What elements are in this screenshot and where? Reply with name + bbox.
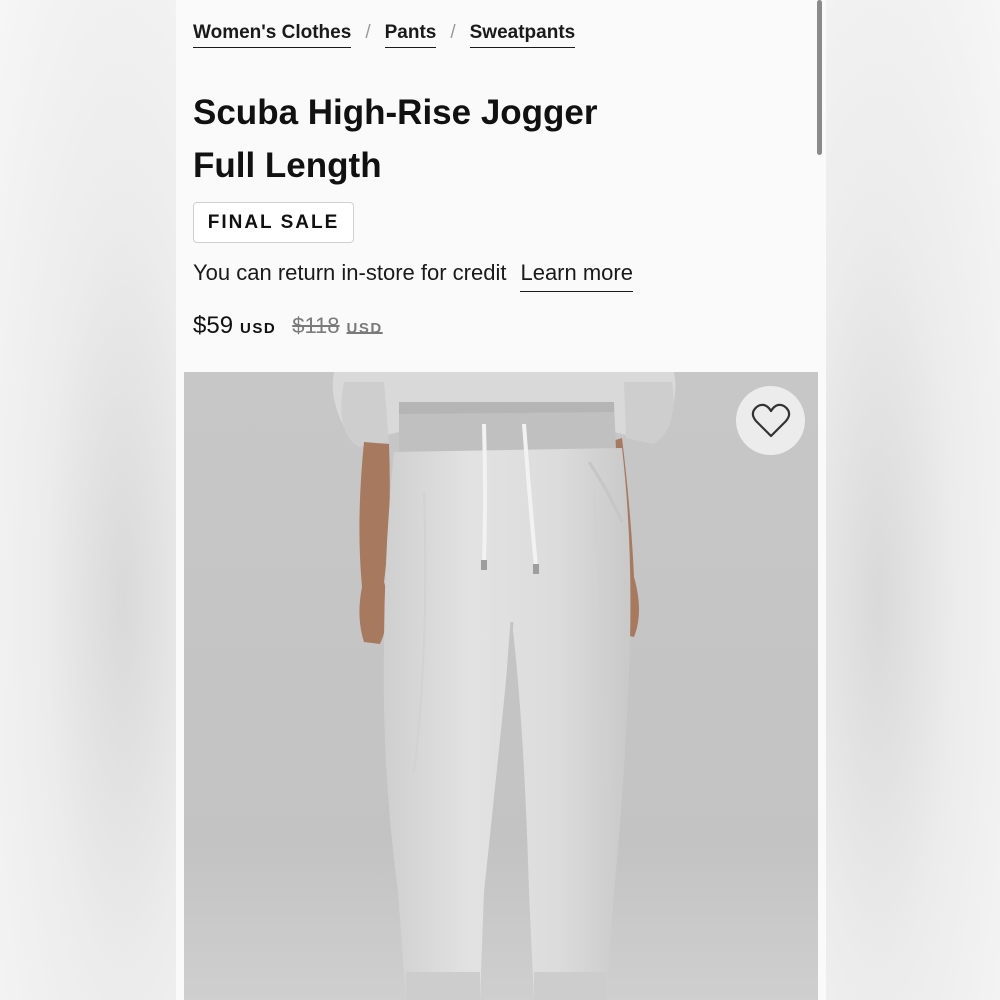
breadcrumb: Women's Clothes / Pants / Sweatpants bbox=[193, 22, 576, 48]
product-photo-illustration bbox=[184, 372, 818, 1000]
final-sale-badge: FINAL SALE bbox=[193, 202, 354, 243]
breadcrumb-pants[interactable]: Pants bbox=[384, 22, 437, 48]
learn-more-link[interactable]: Learn more bbox=[520, 260, 633, 292]
favorite-button[interactable] bbox=[736, 386, 805, 455]
breadcrumb-separator: / bbox=[365, 22, 371, 43]
blurred-background-left bbox=[0, 0, 176, 1000]
original-price-value: $118 bbox=[292, 313, 340, 338]
price-row: $59 USD $118 USD bbox=[193, 312, 383, 340]
current-price-currency: USD bbox=[240, 320, 277, 337]
blurred-background-right bbox=[826, 0, 1000, 1000]
product-page[interactable]: Women's Clothes / Pants / Sweatpants Scu… bbox=[176, 0, 826, 1000]
current-price: $59 bbox=[193, 312, 234, 339]
screenshot-stage: Women's Clothes / Pants / Sweatpants Scu… bbox=[0, 0, 1000, 1000]
product-title-line-1: Scuba High-Rise Jogger bbox=[193, 93, 598, 132]
product-image[interactable] bbox=[184, 372, 818, 1000]
breadcrumb-separator: / bbox=[450, 22, 456, 43]
return-policy: You can return in-store for credit Learn… bbox=[193, 260, 633, 292]
breadcrumb-sweatpants[interactable]: Sweatpants bbox=[469, 22, 576, 48]
product-title-line-2: Full Length bbox=[193, 146, 382, 185]
original-price: $118 USD bbox=[292, 313, 382, 339]
original-price-currency: USD bbox=[346, 320, 383, 337]
breadcrumb-womens-clothes[interactable]: Women's Clothes bbox=[193, 22, 352, 48]
scrollbar[interactable] bbox=[817, 0, 822, 155]
product-title: Scuba High-Rise Jogger Full Length bbox=[193, 86, 713, 192]
return-policy-text: You can return in-store for credit bbox=[193, 260, 507, 285]
heart-icon bbox=[751, 403, 790, 437]
